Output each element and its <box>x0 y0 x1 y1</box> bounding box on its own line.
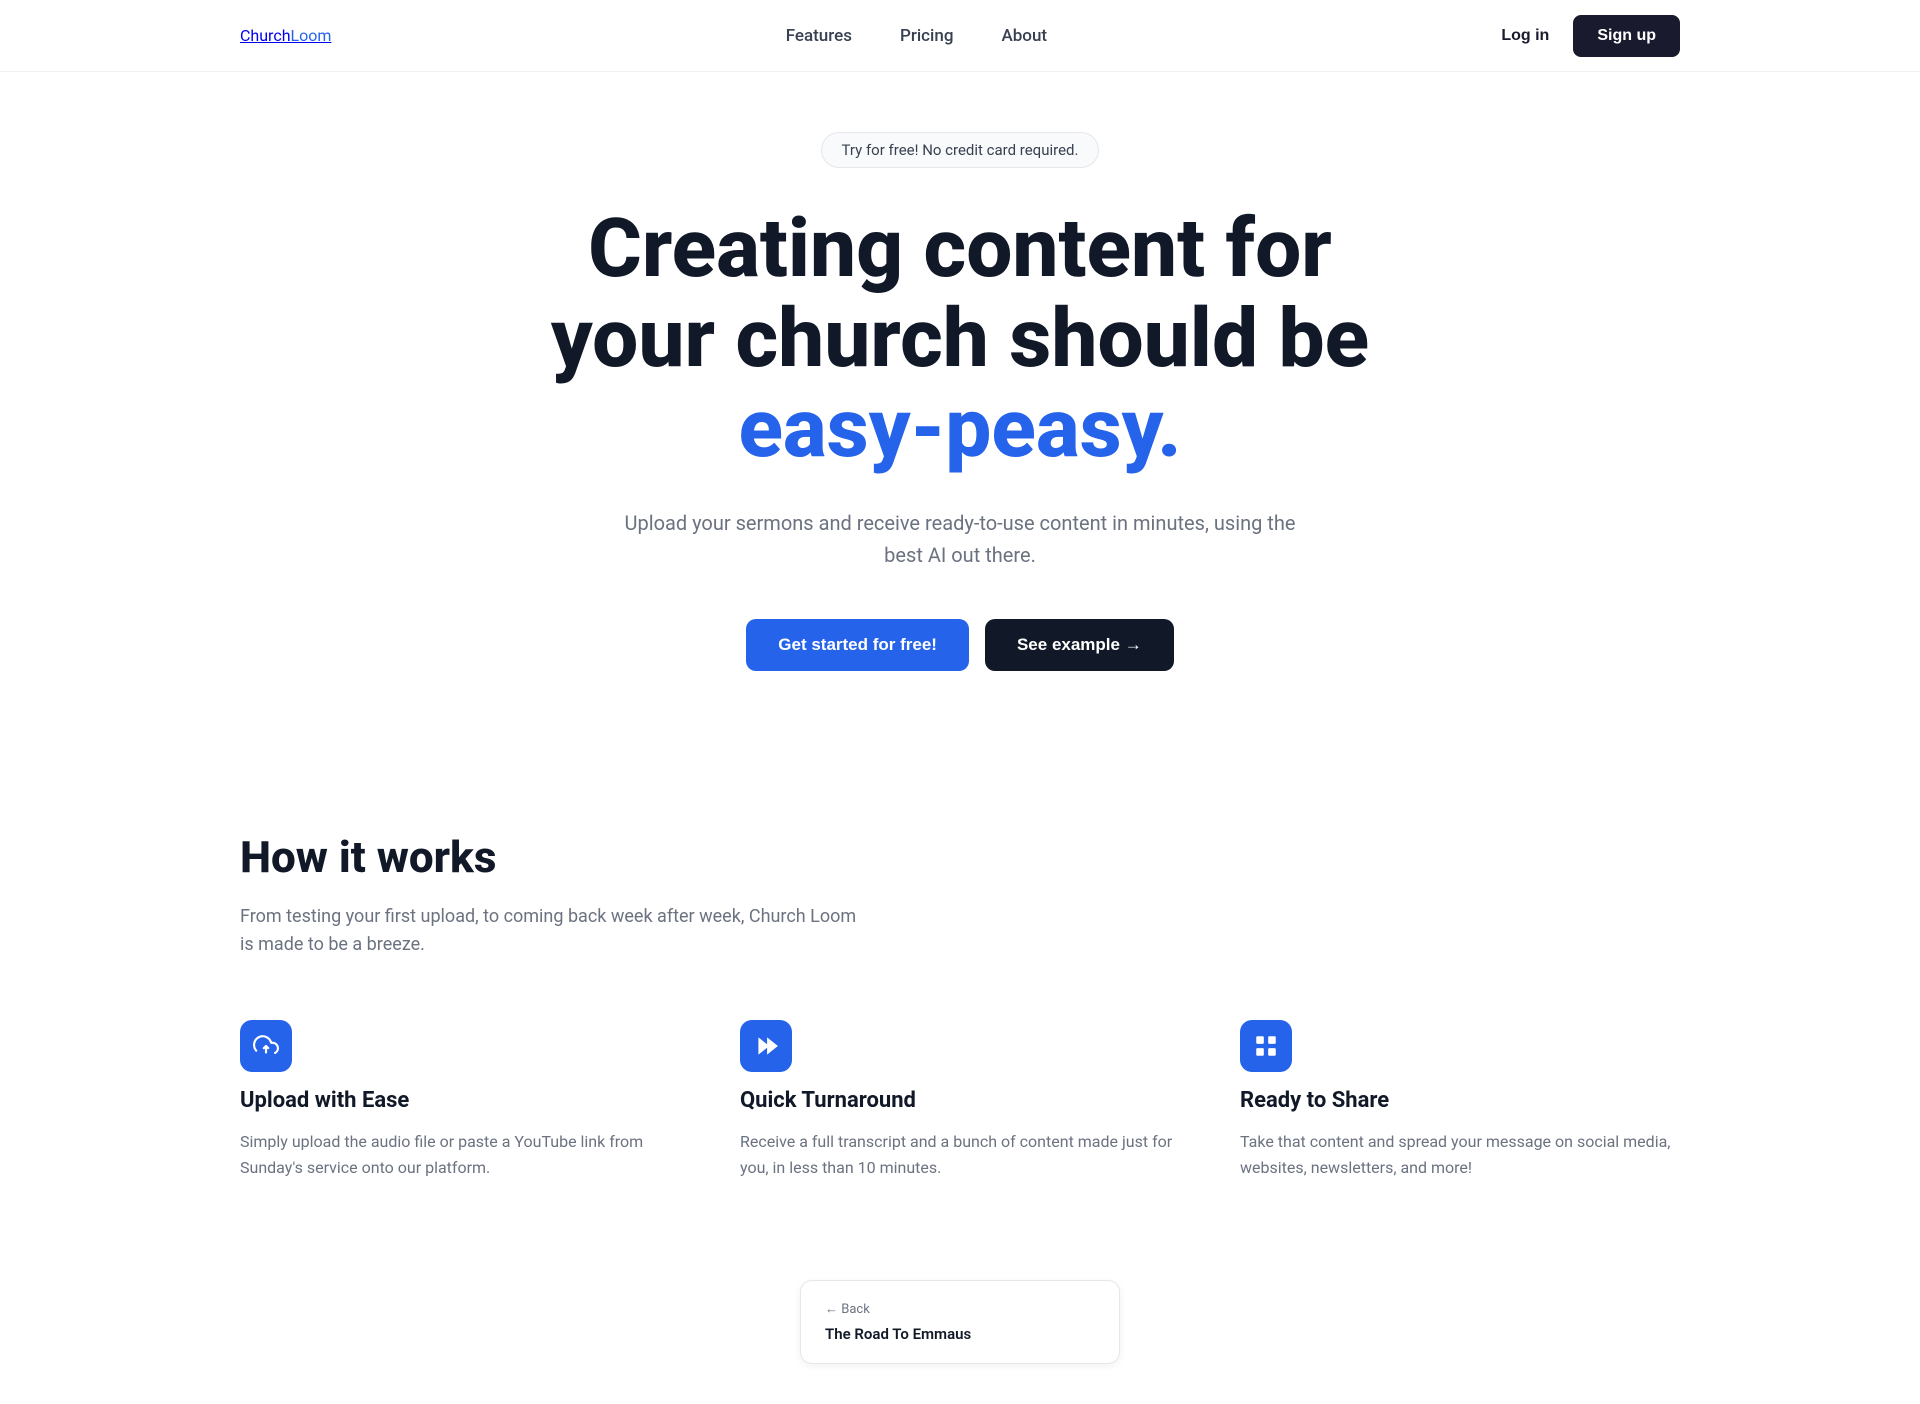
logo[interactable]: ChurchLoom <box>240 26 331 45</box>
share-icon <box>1253 1033 1279 1059</box>
nav-auth: Log in Sign up <box>1501 15 1680 57</box>
logo-church: Church <box>240 26 291 45</box>
feature-turnaround-desc: Receive a full transcript and a bunch of… <box>740 1129 1180 1180</box>
preview-back-label: ← Back <box>825 1301 1095 1317</box>
hero-section: Try for free! No credit card required. C… <box>0 72 1920 751</box>
preview-section: ← Back The Road To Emmaus <box>0 1240 1920 1404</box>
hero-title: Creating content for your church should … <box>510 204 1410 475</box>
feature-upload: Upload with Ease Simply upload the audio… <box>240 1020 680 1180</box>
fast-forward-icon-container <box>740 1020 792 1072</box>
hero-badge: Try for free! No credit card required. <box>821 132 1100 168</box>
hero-title-part1: Creating content for your church should … <box>551 201 1369 387</box>
features-grid: Upload with Ease Simply upload the audio… <box>240 1020 1680 1180</box>
preview-card: ← Back The Road To Emmaus <box>800 1280 1120 1364</box>
signup-button[interactable]: Sign up <box>1573 15 1680 57</box>
upload-icon-container <box>240 1020 292 1072</box>
upload-cloud-icon <box>253 1033 279 1059</box>
nav-pricing-link[interactable]: Pricing <box>900 26 954 46</box>
login-button[interactable]: Log in <box>1501 27 1549 45</box>
how-it-works-section: How it works From testing your first upl… <box>0 751 1920 1241</box>
nav-about-link[interactable]: About <box>1001 26 1047 46</box>
feature-upload-desc: Simply upload the audio file or paste a … <box>240 1129 680 1180</box>
feature-share: Ready to Share Take that content and spr… <box>1240 1020 1680 1180</box>
nav-features-link[interactable]: Features <box>786 26 852 46</box>
fast-forward-icon <box>753 1033 779 1059</box>
how-description: From testing your first upload, to comin… <box>240 903 860 961</box>
feature-turnaround: Quick Turnaround Receive a full transcri… <box>740 1020 1180 1180</box>
nav-links: Features Pricing About <box>786 26 1047 46</box>
see-example-button[interactable]: See example → <box>985 619 1174 671</box>
hero-subtitle: Upload your sermons and receive ready-to… <box>620 507 1300 571</box>
navbar: ChurchLoom Features Pricing About Log in… <box>0 0 1920 72</box>
preview-card-title: The Road To Emmaus <box>825 1325 1095 1343</box>
hero-buttons: Get started for free! See example → <box>746 619 1173 671</box>
get-started-button[interactable]: Get started for free! <box>746 619 969 671</box>
share-icon-container <box>1240 1020 1292 1072</box>
feature-turnaround-title: Quick Turnaround <box>740 1088 1180 1113</box>
feature-share-title: Ready to Share <box>1240 1088 1680 1113</box>
feature-share-desc: Take that content and spread your messag… <box>1240 1129 1680 1180</box>
how-heading: How it works <box>240 831 1680 883</box>
hero-title-highlight: easy-peasy. <box>738 381 1181 477</box>
feature-upload-title: Upload with Ease <box>240 1088 680 1113</box>
logo-loom: Loom <box>291 26 332 45</box>
